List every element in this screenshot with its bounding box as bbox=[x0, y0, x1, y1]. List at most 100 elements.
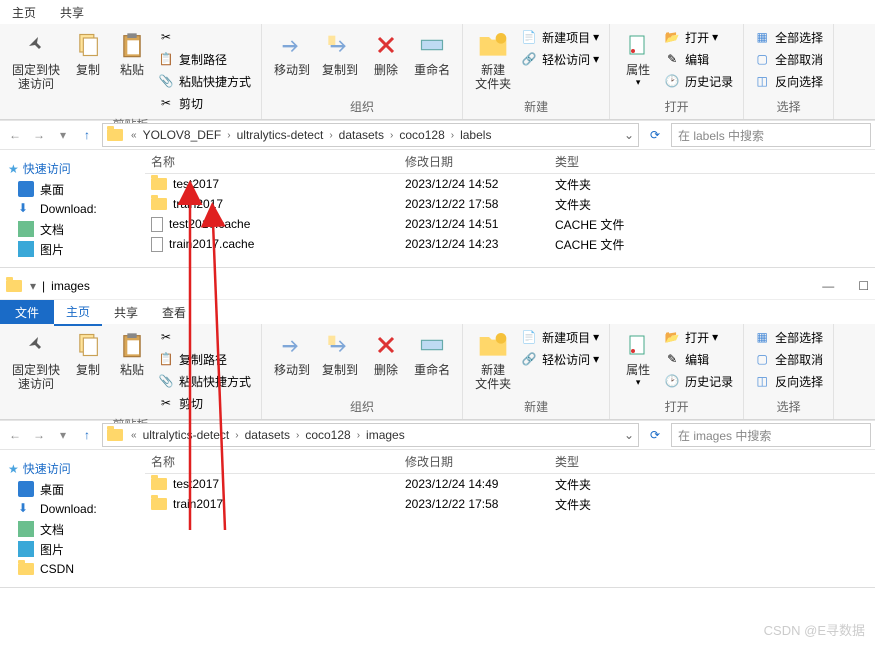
sidebar-item[interactable]: CSDN bbox=[0, 559, 145, 579]
cut-button[interactable]: ✂ bbox=[154, 326, 255, 348]
up-button[interactable]: ↑ bbox=[76, 424, 98, 446]
back-button[interactable]: ← bbox=[4, 124, 26, 146]
file-row[interactable]: train2017.cache2023/12/24 14:23CACHE 文件 bbox=[145, 234, 875, 254]
sidebar-item[interactable]: ⬇Download: bbox=[0, 499, 145, 519]
easy-access-button[interactable]: 🔗轻松访问▾ bbox=[517, 348, 603, 370]
copy-icon bbox=[72, 29, 104, 61]
breadcrumb[interactable]: « ultralytics-detect› datasets› coco128›… bbox=[102, 423, 639, 447]
move-to-button[interactable]: 移动到 bbox=[268, 326, 316, 380]
edit-button[interactable]: ✎编辑 bbox=[660, 348, 737, 370]
invert-button[interactable]: ◫反向选择 bbox=[750, 370, 827, 392]
properties-button[interactable]: 属性▾ bbox=[616, 26, 660, 91]
rename-button[interactable]: 重命名 bbox=[408, 26, 456, 80]
back-button[interactable]: ← bbox=[4, 424, 26, 446]
list-header[interactable]: 名称 修改日期 类型 bbox=[145, 150, 875, 174]
move-icon bbox=[276, 29, 308, 61]
breadcrumb[interactable]: « YOLOV8_DEF› ultralytics-detect› datase… bbox=[102, 123, 639, 147]
invert-button[interactable]: ◫反向选择 bbox=[750, 70, 827, 92]
tab-share[interactable]: 共享 bbox=[102, 300, 150, 325]
file-row[interactable]: train20172023/12/22 17:58文件夹 bbox=[145, 194, 875, 214]
organize-label: 组织 bbox=[268, 96, 456, 117]
pin-button[interactable]: 固定到快 速访问 bbox=[6, 26, 66, 95]
paste-button[interactable]: 粘贴 bbox=[110, 326, 154, 380]
edit-icon: ✎ bbox=[664, 51, 680, 67]
new-folder-button[interactable]: 新建 文件夹 bbox=[469, 26, 517, 95]
quick-access[interactable]: ★ 快速访问 bbox=[0, 458, 145, 479]
sidebar-item[interactable]: 桌面 bbox=[0, 479, 145, 499]
select-none-button[interactable]: ▢全部取消 bbox=[750, 48, 827, 70]
paste-icon bbox=[116, 29, 148, 61]
properties-button[interactable]: 属性▾ bbox=[616, 326, 660, 391]
pin-icon bbox=[20, 329, 52, 361]
select-all-button[interactable]: ▦全部选择 bbox=[750, 26, 827, 48]
delete-button[interactable]: 删除 bbox=[364, 326, 408, 380]
file-row[interactable]: test20172023/12/24 14:52文件夹 bbox=[145, 174, 875, 194]
file-row[interactable]: test20172023/12/24 14:49文件夹 bbox=[145, 474, 875, 494]
crumb: labels bbox=[458, 128, 493, 142]
crumb: coco128 bbox=[397, 128, 446, 142]
tab-view[interactable]: 查看 bbox=[150, 300, 198, 325]
refresh-button[interactable]: ⟳ bbox=[643, 428, 667, 442]
cut-row[interactable]: ✂剪切 bbox=[154, 92, 255, 114]
file-row[interactable]: test2017.cache2023/12/24 14:51CACHE 文件 bbox=[145, 214, 875, 234]
tab-home[interactable]: 主页 bbox=[0, 0, 48, 25]
quick-access[interactable]: ★ 快速访问 bbox=[0, 158, 145, 179]
easy-access-button[interactable]: 🔗轻松访问▾ bbox=[517, 48, 603, 70]
crumb: ultralytics-detect bbox=[235, 128, 326, 142]
title-bar: ▾ | images — ☐ bbox=[0, 272, 875, 300]
new-folder-button[interactable]: 新建 文件夹 bbox=[469, 326, 517, 395]
edit-button[interactable]: ✎编辑 bbox=[660, 48, 737, 70]
minimize-button[interactable]: — bbox=[822, 279, 834, 293]
props-icon bbox=[622, 29, 654, 61]
maximize-button[interactable]: ☐ bbox=[858, 279, 869, 293]
sidebar-item[interactable]: 图片 bbox=[0, 539, 145, 559]
cut-button[interactable]: ✂ bbox=[154, 26, 255, 48]
list-header[interactable]: 名称 修改日期 类型 bbox=[145, 450, 875, 474]
paste-shortcut-button[interactable]: 📎粘贴快捷方式 bbox=[154, 370, 255, 392]
tab-share[interactable]: 共享 bbox=[48, 0, 96, 25]
paste-button[interactable]: 粘贴 bbox=[110, 26, 154, 80]
copy-to-button[interactable]: 复制到 bbox=[316, 326, 364, 380]
delete-button[interactable]: 删除 bbox=[364, 26, 408, 80]
open-button[interactable]: 📂打开▾ bbox=[660, 326, 737, 348]
recent-button[interactable]: ▾ bbox=[52, 124, 74, 146]
paste-shortcut-button[interactable]: 📎粘贴快捷方式 bbox=[154, 70, 255, 92]
search-box[interactable]: 在 labels 中搜索 bbox=[671, 123, 871, 147]
forward-button[interactable]: → bbox=[28, 424, 50, 446]
sidebar: ★ 快速访问 桌面⬇Download:文档图片 bbox=[0, 150, 145, 267]
tab-home[interactable]: 主页 bbox=[54, 299, 102, 326]
crumb: YOLOV8_DEF bbox=[141, 128, 224, 142]
history-button[interactable]: 🕑历史记录 bbox=[660, 70, 737, 92]
move-to-button[interactable]: 移动到 bbox=[268, 26, 316, 80]
sidebar-item[interactable]: 桌面 bbox=[0, 179, 145, 199]
select-all-button[interactable]: ▦全部选择 bbox=[750, 326, 827, 348]
rename-button[interactable]: 重命名 bbox=[408, 326, 456, 380]
history-button[interactable]: 🕑历史记录 bbox=[660, 370, 737, 392]
copy-path-button[interactable]: 📋复制路径 bbox=[154, 348, 255, 370]
select-none-button[interactable]: ▢全部取消 bbox=[750, 348, 827, 370]
sidebar-item[interactable]: 文档 bbox=[0, 519, 145, 539]
tabs-row: 主页 共享 bbox=[0, 0, 875, 24]
watermark: CSDN @E寻数据 bbox=[764, 620, 865, 639]
copy-button[interactable]: 复制 bbox=[66, 326, 110, 380]
cut-row[interactable]: ✂剪切 bbox=[154, 392, 255, 414]
file-row[interactable]: train20172023/12/22 17:58文件夹 bbox=[145, 494, 875, 514]
tab-file[interactable]: 文件 bbox=[0, 300, 54, 324]
recent-button[interactable]: ▾ bbox=[52, 424, 74, 446]
copy-to-button[interactable]: 复制到 bbox=[316, 26, 364, 80]
search-box[interactable]: 在 images 中搜索 bbox=[671, 423, 871, 447]
copy-path-button[interactable]: 📋复制路径 bbox=[154, 48, 255, 70]
open-button[interactable]: 📂打开▾ bbox=[660, 26, 737, 48]
refresh-button[interactable]: ⟳ bbox=[643, 128, 667, 142]
window-title: images bbox=[51, 279, 90, 293]
shortcut-icon: 📎 bbox=[158, 73, 174, 89]
sidebar-item[interactable]: 图片 bbox=[0, 239, 145, 259]
sidebar-item[interactable]: 文档 bbox=[0, 219, 145, 239]
pin-button[interactable]: 固定到快 速访问 bbox=[6, 326, 66, 395]
new-item-button[interactable]: 📄新建项目▾ bbox=[517, 26, 603, 48]
new-item-button[interactable]: 📄新建项目▾ bbox=[517, 326, 603, 348]
sidebar-item[interactable]: ⬇Download: bbox=[0, 199, 145, 219]
copy-button[interactable]: 复制 bbox=[66, 26, 110, 80]
up-button[interactable]: ↑ bbox=[76, 124, 98, 146]
forward-button[interactable]: → bbox=[28, 124, 50, 146]
